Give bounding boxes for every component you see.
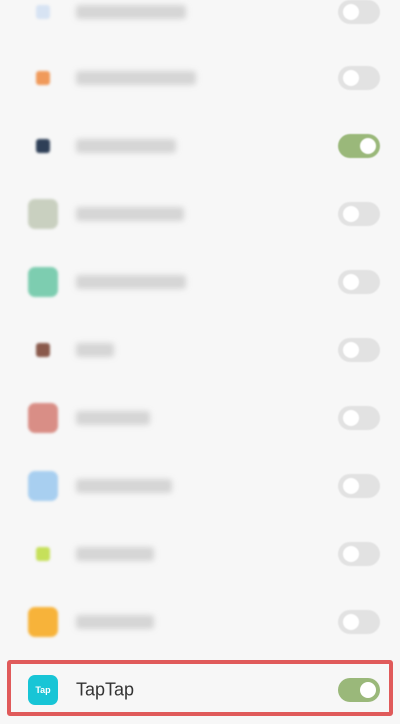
toggle-knob (343, 410, 359, 426)
app-icon (36, 71, 50, 85)
toggle-knob (343, 4, 359, 20)
app-name (76, 411, 150, 425)
toggle-knob (343, 478, 359, 494)
app-row (0, 0, 400, 46)
app-row (0, 384, 400, 452)
app-icon (36, 5, 50, 19)
permission-toggle[interactable] (338, 406, 380, 430)
app-row (0, 112, 400, 180)
app-name (76, 615, 154, 629)
taptap-logo: Tap (35, 685, 51, 695)
app-name (76, 207, 184, 221)
app-name (76, 71, 196, 85)
toggle-knob (343, 206, 359, 222)
app-icon (28, 403, 58, 433)
app-row (0, 316, 400, 384)
app-row (0, 520, 400, 588)
app-icon (36, 547, 50, 561)
app-icon (28, 267, 58, 297)
permission-toggle[interactable] (338, 474, 380, 498)
permission-toggle[interactable] (338, 270, 380, 294)
permission-toggle[interactable] (338, 338, 380, 362)
toggle-knob (343, 70, 359, 86)
app-name (76, 343, 114, 357)
app-icon (36, 343, 50, 357)
app-icon (28, 199, 58, 229)
app-icon (28, 607, 58, 637)
app-row: Tap TapTap (0, 656, 400, 724)
permission-toggle[interactable] (338, 0, 380, 24)
permission-toggle[interactable] (338, 542, 380, 566)
app-name (76, 547, 154, 561)
permission-toggle[interactable] (338, 202, 380, 226)
app-icon: Tap (28, 675, 58, 705)
app-icon (28, 471, 58, 501)
app-name (76, 5, 186, 19)
app-permission-list: Tap TapTap (0, 0, 400, 710)
toggle-knob (343, 614, 359, 630)
app-icon (36, 139, 50, 153)
app-row (0, 588, 400, 656)
app-name (76, 479, 172, 493)
app-row (0, 44, 400, 112)
toggle-knob (343, 342, 359, 358)
app-row (0, 452, 400, 520)
toggle-knob (360, 682, 376, 698)
permission-toggle[interactable] (338, 678, 380, 702)
toggle-knob (343, 546, 359, 562)
permission-toggle[interactable] (338, 610, 380, 634)
app-name: TapTap (76, 679, 135, 700)
app-row (0, 180, 400, 248)
permission-toggle[interactable] (338, 66, 380, 90)
toggle-knob (360, 138, 376, 154)
app-name (76, 139, 176, 153)
app-row (0, 248, 400, 316)
toggle-knob (343, 274, 359, 290)
permission-toggle[interactable] (338, 134, 380, 158)
app-name (76, 275, 186, 289)
